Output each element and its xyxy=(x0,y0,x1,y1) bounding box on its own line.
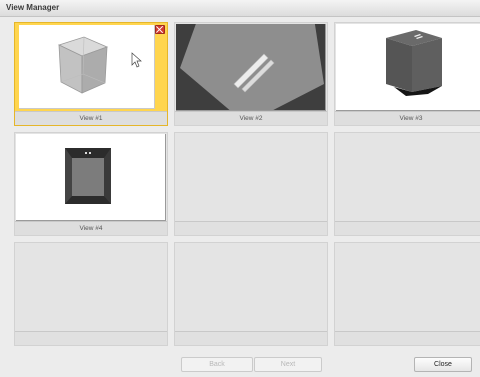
view-thumbnail-4[interactable] xyxy=(16,134,166,221)
translucent-cube-image xyxy=(57,36,142,94)
view-grid: View #1 View #2 View #3 View #4 xyxy=(14,22,480,346)
top-view-image xyxy=(176,24,325,110)
empty-view-slot xyxy=(174,242,328,346)
front-view-image xyxy=(65,148,111,204)
empty-view-slot xyxy=(14,242,168,346)
delete-view-icon[interactable] xyxy=(155,25,165,34)
view-thumbnail-3[interactable] xyxy=(336,24,480,111)
view-tile-2[interactable]: View #2 xyxy=(174,22,328,126)
title-bar: View Manager xyxy=(0,0,480,17)
empty-view-slot xyxy=(174,132,328,236)
window-title: View Manager xyxy=(6,3,60,12)
view-tile-1[interactable]: View #1 xyxy=(14,22,168,126)
view-thumbnail-1[interactable] xyxy=(19,25,155,109)
empty-view-slot xyxy=(334,242,480,346)
solid-cube-image xyxy=(386,30,442,96)
view-caption-1: View #1 xyxy=(15,111,167,125)
view-thumbnail-2[interactable] xyxy=(176,24,326,111)
view-caption-3: View #3 xyxy=(335,111,480,125)
view-caption-4: View #4 xyxy=(15,221,167,235)
close-button[interactable]: Close xyxy=(414,357,472,372)
next-button[interactable]: Next xyxy=(254,357,322,372)
mouse-cursor-icon xyxy=(131,52,142,68)
empty-view-slot xyxy=(334,132,480,236)
back-button[interactable]: Back xyxy=(181,357,253,372)
view-tile-4[interactable]: View #4 xyxy=(14,132,168,236)
view-caption-2: View #2 xyxy=(175,111,327,125)
view-tile-3[interactable]: View #3 xyxy=(334,22,480,126)
